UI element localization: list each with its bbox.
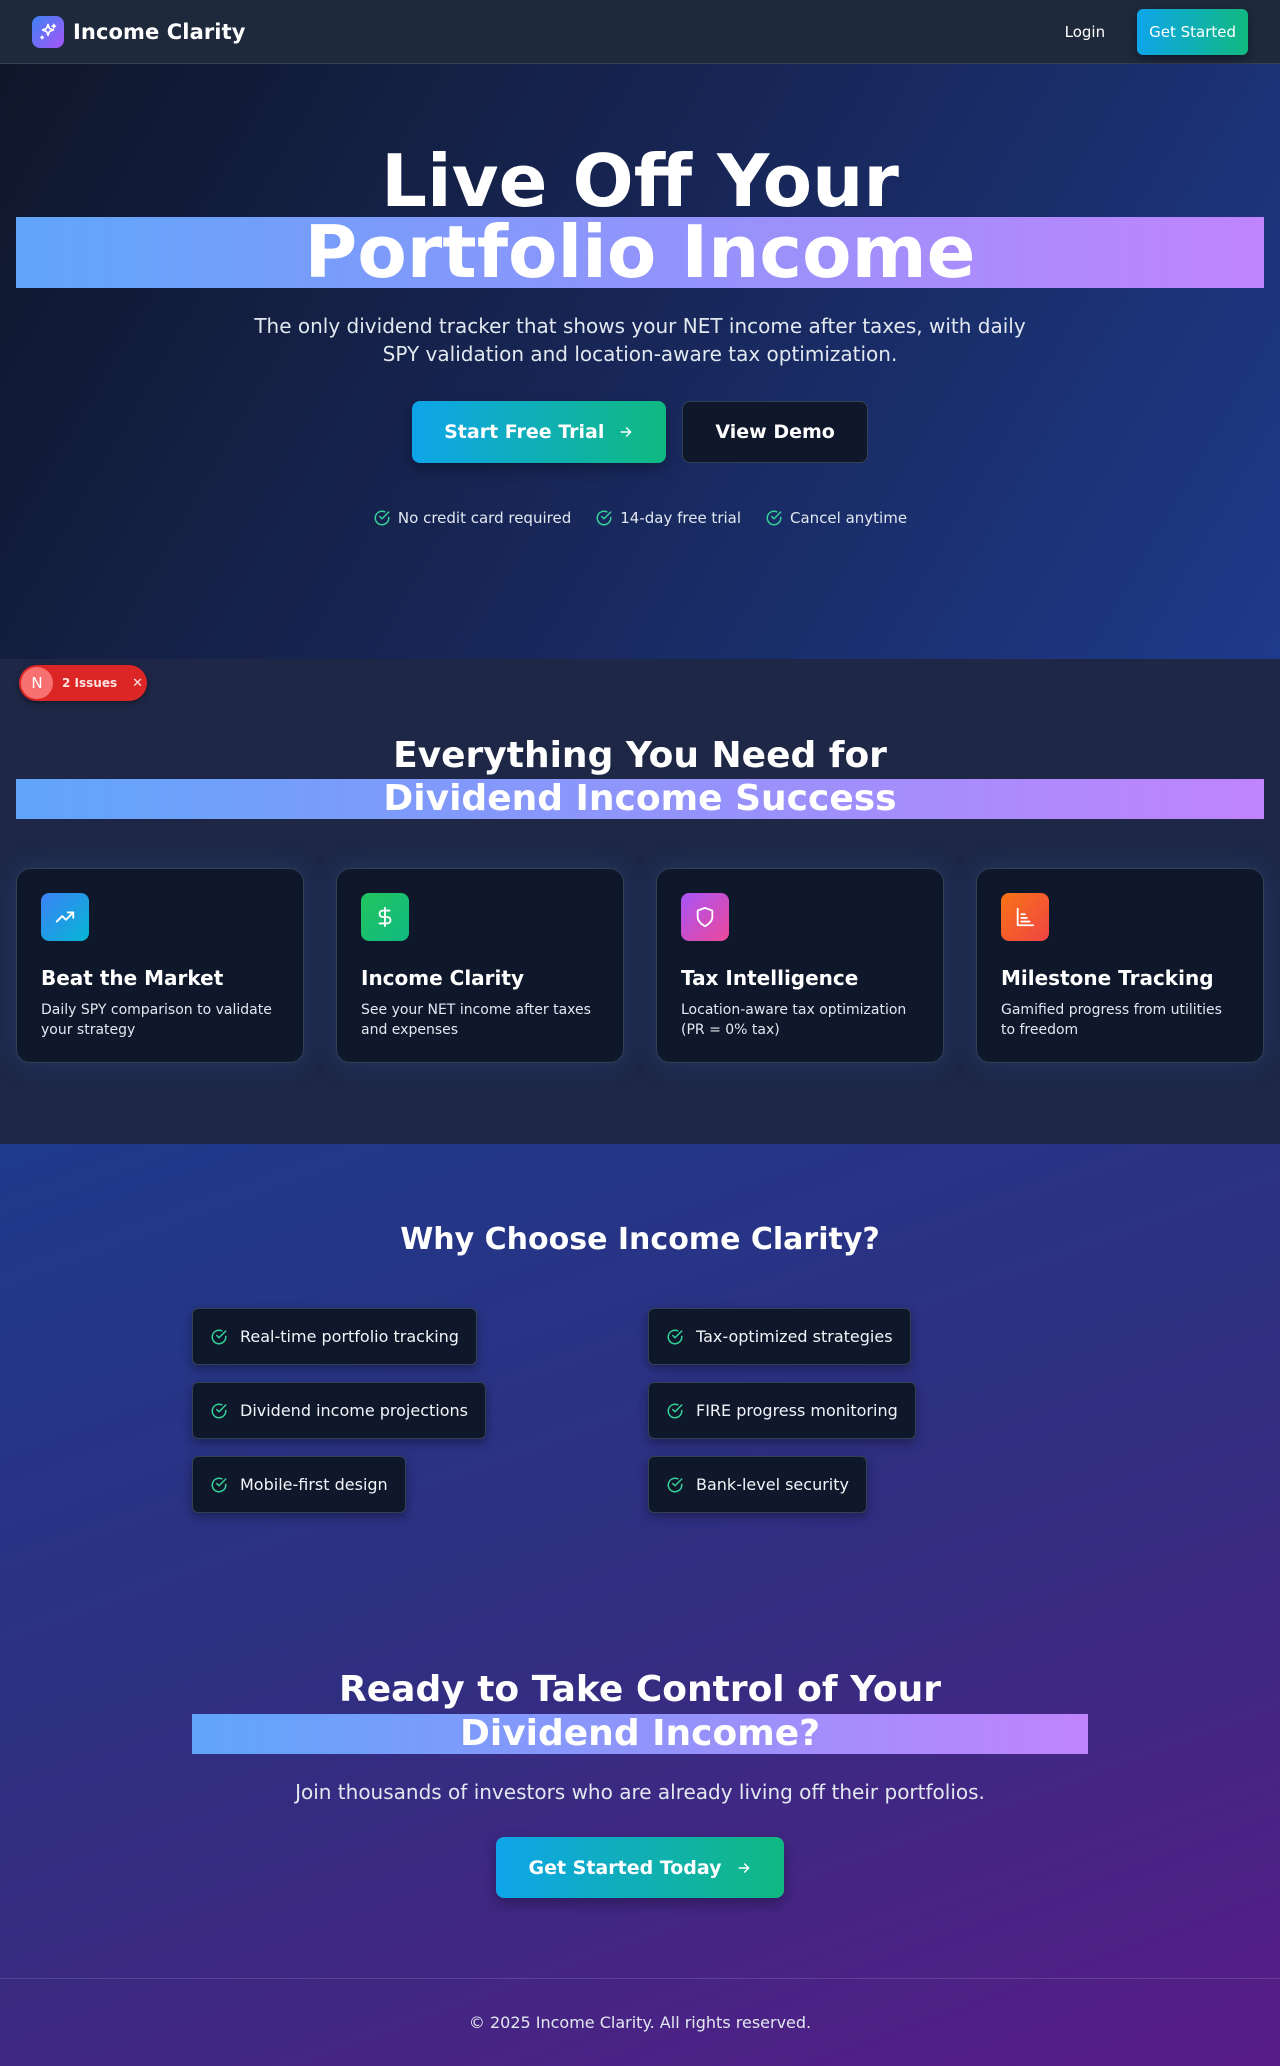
benefit-label: Dividend income projections: [240, 1401, 468, 1420]
assurance-label: No credit card required: [397, 509, 572, 527]
check-circle-icon: [211, 1477, 227, 1492]
trending-up-icon: [41, 893, 89, 941]
features-title-highlight: Dividend Income Success: [16, 779, 1264, 819]
feature-card-beat-the-market: Beat the Market Daily SPY comparison to …: [16, 868, 304, 1063]
feature-card-income-clarity: Income Clarity See your NET income after…: [336, 868, 624, 1063]
assurance-label: Cancel anytime: [790, 509, 908, 527]
benefit-item: Mobile-first design: [192, 1456, 406, 1513]
login-link[interactable]: Login: [1057, 15, 1113, 49]
check-circle-icon: [374, 510, 390, 526]
nav-actions: Login Get Started: [1057, 8, 1248, 55]
benefit-label: Real-time portfolio tracking: [240, 1327, 459, 1346]
benefit-item: Bank-level security: [648, 1456, 867, 1513]
assurance-item: No credit card required: [373, 509, 571, 527]
hero-cta-group: Start Free Trial View Demo: [0, 401, 1280, 463]
benefit-label: FIRE progress monitoring: [696, 1401, 898, 1420]
get-started-today-button[interactable]: Get Started Today: [496, 1837, 784, 1898]
arrow-right-icon: [621, 427, 632, 437]
feature-cards: Beat the Market Daily SPY comparison to …: [16, 868, 1264, 1063]
feature-card-tax-intelligence: Tax Intelligence Location-aware tax opti…: [656, 868, 944, 1063]
check-circle-icon: [211, 1403, 227, 1418]
brand[interactable]: Income Clarity: [32, 15, 246, 48]
shield-icon: [681, 893, 729, 941]
issues-count-label: 2 Issues: [62, 676, 118, 690]
check-circle-icon: [766, 510, 782, 526]
check-circle-icon: [211, 1329, 227, 1344]
feature-card-description: Location-aware tax optimization (PR = 0%…: [681, 1002, 907, 1038]
assurance-item: Cancel anytime: [765, 509, 907, 527]
start-free-trial-button[interactable]: Start Free Trial: [412, 401, 667, 463]
dev-overlay-logo: N: [21, 667, 53, 699]
check-circle-icon: [667, 1403, 683, 1418]
benefit-label: Mobile-first design: [240, 1475, 388, 1494]
features-title: Everything You Need for: [393, 735, 887, 776]
check-circle-icon: [596, 510, 612, 526]
assurance-item: 14-day free trial: [595, 509, 741, 527]
why-and-cta-section: Why Choose Income Clarity? Real-time por…: [0, 1144, 1280, 2066]
benefit-label: Tax-optimized strategies: [696, 1327, 893, 1346]
hero-subtitle: The only dividend tracker that shows you…: [254, 314, 1026, 366]
assurance-list: No credit card required 14-day free tria…: [0, 509, 1280, 527]
dev-issues-badge[interactable]: N 2 Issues ✕: [19, 665, 147, 701]
cta-title: Ready to Take Control of Your: [339, 1669, 941, 1710]
get-started-button[interactable]: Get Started: [1137, 8, 1248, 55]
feature-card-description: Gamified progress from utilities to free…: [1001, 1002, 1222, 1038]
cta-button-wrap: Get Started Today: [0, 1837, 1280, 1898]
view-demo-button[interactable]: View Demo: [682, 401, 868, 463]
bar-chart-icon: [1001, 893, 1049, 941]
benefit-item: Tax-optimized strategies: [648, 1308, 911, 1365]
feature-card-milestone-tracking: Milestone Tracking Gamified progress fro…: [976, 868, 1264, 1063]
assurance-label: 14-day free trial: [620, 509, 742, 527]
benefit-item: FIRE progress monitoring: [648, 1382, 916, 1439]
feature-card-description: Daily SPY comparison to validate your st…: [41, 1002, 272, 1038]
feature-card-title: Tax Intelligence: [681, 966, 859, 990]
hero-title: Live Off Your: [381, 139, 899, 223]
top-nav: Income Clarity Login Get Started: [0, 0, 1280, 64]
get-started-today-label: Get Started Today: [528, 1856, 722, 1879]
benefit-label: Bank-level security: [696, 1475, 849, 1494]
dollar-icon: [361, 893, 409, 941]
feature-card-title: Beat the Market: [41, 966, 224, 990]
footer: © 2025 Income Clarity. All rights reserv…: [0, 1978, 1280, 2066]
close-icon[interactable]: ✕: [132, 676, 143, 691]
copyright-text: © 2025 Income Clarity. All rights reserv…: [468, 2013, 812, 2032]
why-title: Why Choose Income Clarity?: [400, 1222, 880, 1257]
cta-title-highlight: Dividend Income?: [192, 1714, 1088, 1754]
arrow-right-icon: [738, 1862, 749, 1873]
cta-subtitle: Join thousands of investors who are alre…: [295, 1780, 985, 1804]
check-circle-icon: [667, 1329, 683, 1344]
feature-card-title: Milestone Tracking: [1001, 966, 1214, 990]
start-free-trial-label: Start Free Trial: [444, 421, 605, 443]
sparkles-icon: [32, 15, 64, 48]
hero-title-highlight: Portfolio Income: [16, 216, 1264, 288]
brand-name: Income Clarity: [73, 19, 246, 44]
benefit-item: Real-time portfolio tracking: [192, 1308, 477, 1365]
feature-card-description: See your NET income after taxes and expe…: [361, 1002, 591, 1038]
hero-section: Live Off Your Portfolio Income The only …: [0, 64, 1280, 659]
feature-card-title: Income Clarity: [361, 966, 524, 990]
check-circle-icon: [667, 1477, 683, 1492]
features-section: N 2 Issues ✕ Everything You Need for Div…: [0, 659, 1280, 1144]
benefit-item: Dividend income projections: [192, 1382, 486, 1439]
